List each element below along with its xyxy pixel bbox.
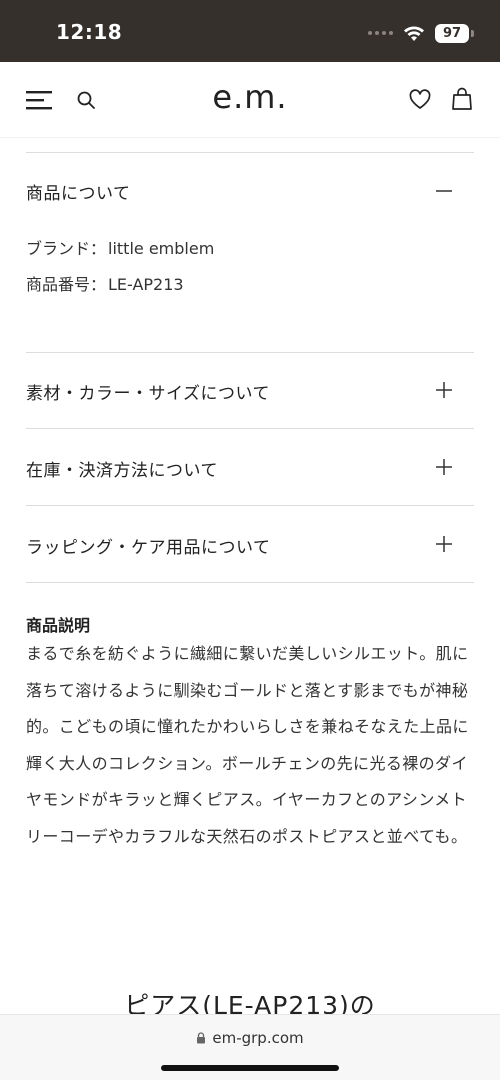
description-title: 商品説明 <box>26 616 91 635</box>
bag-icon[interactable] <box>451 87 473 111</box>
product-number-line: 商品番号： LE-AP213 <box>26 271 184 295</box>
product-number-value: LE-AP213 <box>108 275 184 294</box>
url-text: em-grp.com <box>212 1029 304 1047</box>
url-display[interactable]: em-grp.com <box>0 1029 500 1047</box>
status-time: 12:18 <box>56 20 123 44</box>
signal-icon <box>368 31 393 35</box>
heart-icon[interactable] <box>409 89 431 111</box>
brand-label: ブランド： <box>26 239 107 258</box>
minus-icon[interactable] <box>434 181 454 201</box>
browser-url-bar[interactable]: em-grp.com <box>0 1014 500 1080</box>
lock-icon <box>197 1032 206 1044</box>
accordion-title-wrapping[interactable]: ラッピング・ケア用品について <box>26 533 271 558</box>
brand-value: little emblem <box>108 239 215 258</box>
accordion-title-material[interactable]: 素材・カラー・サイズについて <box>26 379 270 404</box>
divider <box>26 428 474 429</box>
accordion-title-about-product[interactable]: 商品について <box>26 179 131 204</box>
status-bar: 12:18 97 <box>0 0 500 62</box>
battery-indicator: 97 <box>435 23 469 43</box>
divider <box>26 152 474 153</box>
home-indicator <box>161 1065 339 1071</box>
plus-icon[interactable] <box>434 534 454 554</box>
battery-cap <box>471 29 474 37</box>
description-body: まるで糸を紡ぐように繊細に繋いだ美しいシルエット。肌に落ちて溶けるように馴染むゴ… <box>26 644 469 846</box>
wifi-icon <box>404 26 424 41</box>
site-header: e.m. <box>0 62 500 138</box>
accordion-title-stock[interactable]: 在庫・決済方法について <box>26 456 218 481</box>
divider <box>26 352 474 353</box>
product-number-label: 商品番号： <box>26 275 107 294</box>
brand-line: ブランド： little emblem <box>26 235 214 259</box>
divider <box>26 582 474 583</box>
plus-icon[interactable] <box>434 457 454 477</box>
status-indicators: 97 <box>368 22 474 44</box>
divider <box>26 505 474 506</box>
plus-icon[interactable] <box>434 380 454 400</box>
